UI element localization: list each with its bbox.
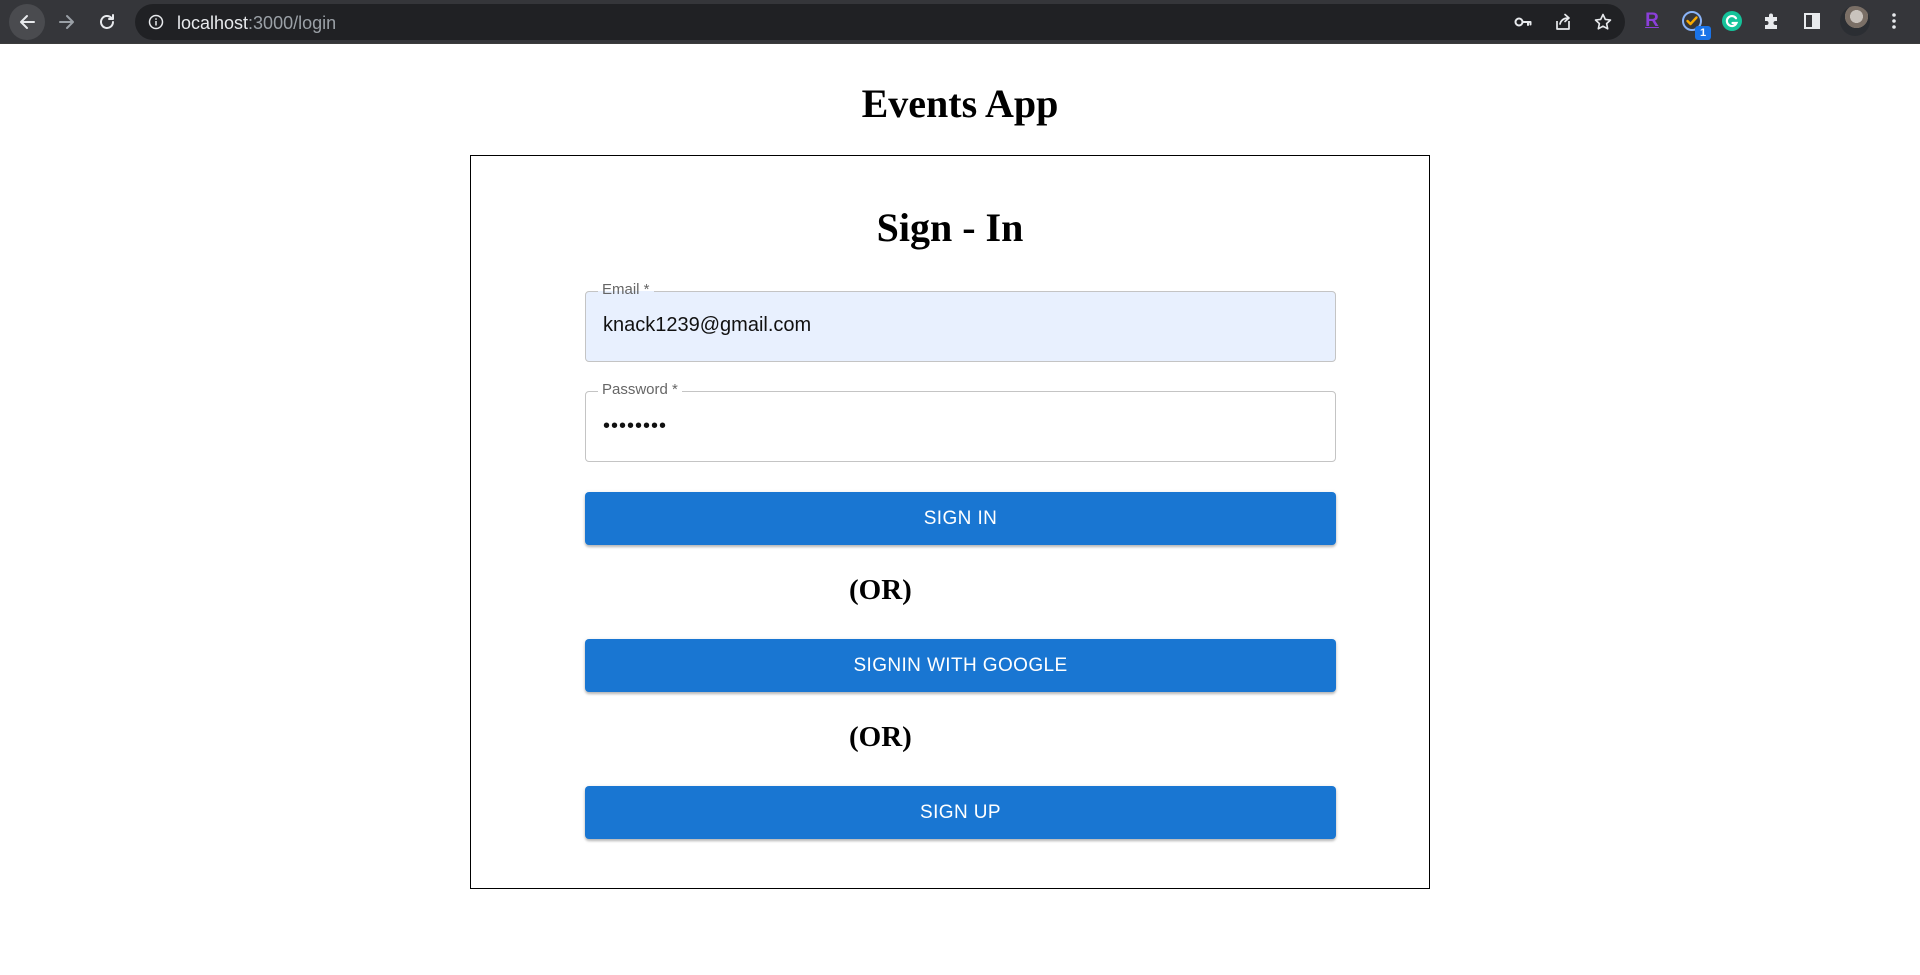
star-icon[interactable] — [1593, 12, 1613, 32]
arrow-left-icon — [20, 15, 35, 29]
sign-in-button[interactable]: SIGN IN — [585, 492, 1336, 545]
email-value[interactable]: knack1239@gmail.com — [603, 314, 811, 337]
grammarly-logo-icon — [1722, 11, 1742, 31]
puzzle-icon — [1765, 13, 1777, 29]
arrow-right-icon — [59, 15, 74, 29]
url-text[interactable]: localhost:3000/login — [177, 13, 336, 34]
back-button[interactable] — [9, 4, 45, 40]
grammarly-icon[interactable] — [1720, 9, 1744, 33]
extensions-puzzle-icon[interactable] — [1760, 9, 1784, 33]
sidebar-toggle-icon — [1804, 13, 1820, 29]
side-panel-icon[interactable] — [1800, 9, 1824, 33]
more-vertical-icon — [1892, 13, 1896, 29]
app-title: Events App — [861, 81, 1059, 126]
form-title: Sign - In — [876, 205, 1024, 250]
google-signin-button[interactable]: SIGNIN WITH GOOGLE — [585, 639, 1336, 692]
url-path: :3000/login — [248, 13, 337, 33]
sign-up-button[interactable]: SIGN UP — [585, 786, 1336, 839]
r-extension-label: R — [1645, 10, 1659, 31]
email-label: Email * — [598, 281, 654, 299]
password-label: Password * — [598, 381, 682, 399]
reload-icon — [100, 14, 114, 29]
info-icon[interactable] — [148, 14, 164, 30]
url-host: localhost — [177, 13, 249, 33]
address-bar[interactable]: localhost:3000/login — [135, 4, 1625, 40]
browser-toolbar: localhost:3000/login R 1 — [0, 0, 1920, 44]
password-field[interactable]: Password * •••••••• — [585, 381, 1336, 462]
menu-kebab-icon[interactable] — [1882, 9, 1906, 33]
extension-badge: 1 — [1695, 26, 1711, 40]
or-separator: (OR) — [849, 721, 912, 753]
key-icon[interactable] — [1513, 12, 1533, 32]
or-separator: (OR) — [849, 574, 912, 606]
password-value[interactable]: •••••••• — [603, 415, 667, 438]
forward-button[interactable] — [49, 4, 85, 40]
reload-button[interactable] — [89, 4, 125, 40]
r-extension-icon[interactable]: R — [1640, 9, 1664, 33]
signin-card: Sign - In Email * knack1239@gmail.com Pa… — [470, 155, 1430, 889]
profile-avatar[interactable] — [1840, 6, 1870, 36]
check-extension-icon[interactable]: 1 — [1680, 9, 1711, 40]
share-icon[interactable] — [1553, 12, 1573, 32]
email-field[interactable]: Email * knack1239@gmail.com — [585, 281, 1336, 362]
